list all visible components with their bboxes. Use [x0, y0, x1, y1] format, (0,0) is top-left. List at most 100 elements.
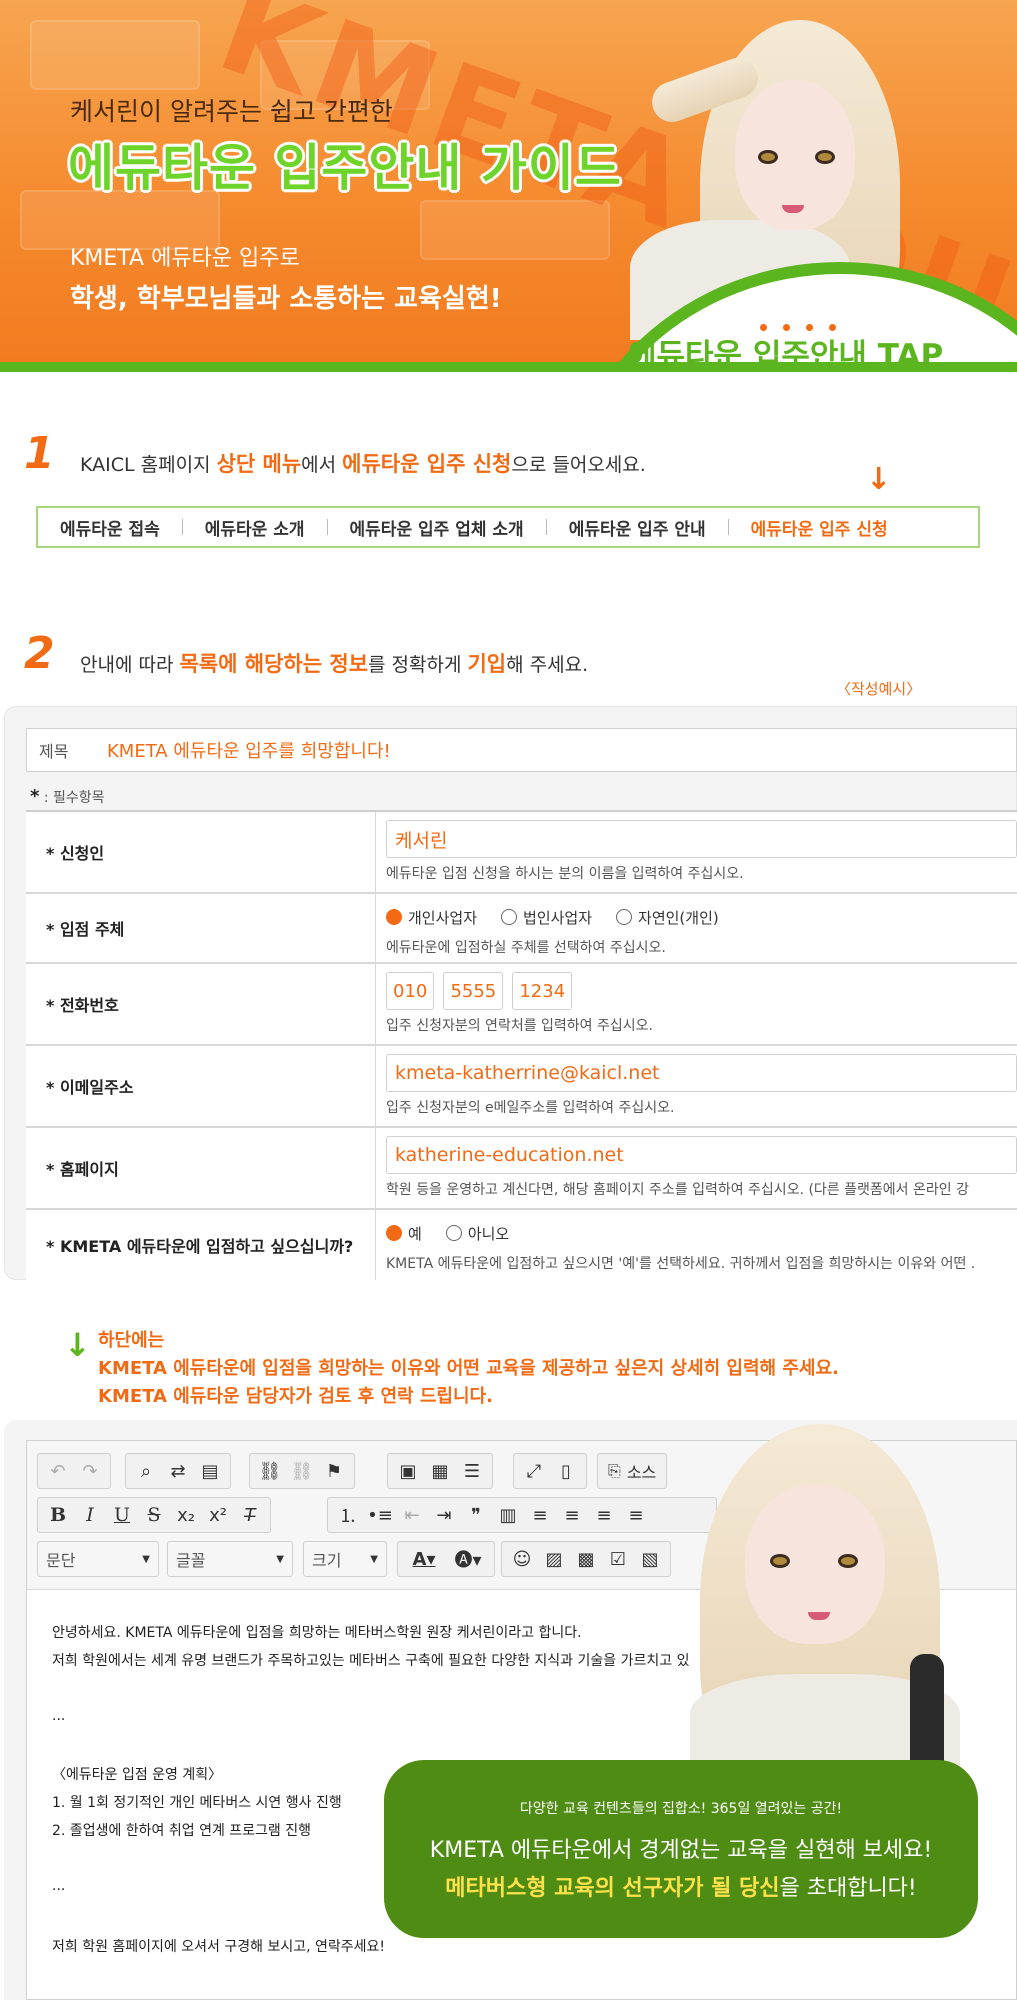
replace-icon[interactable]: ⇄ [162, 1456, 194, 1486]
toolbar-group-media: ☺ ▨ ▩ ☑ ▧ [501, 1541, 671, 1577]
font-family-select[interactable]: 글꼴 ▼ [167, 1541, 293, 1577]
hero-banner: KMETA EDU 케서린이 알려주는 쉽고 간편한 에듀타운 입주안내 가이드… [0, 0, 1017, 372]
show-blocks-icon[interactable]: ▯ [550, 1456, 582, 1486]
justify-icon[interactable]: ≡ [620, 1500, 652, 1530]
nav-item-tenant-guide[interactable]: 에듀타운 입주 안내 [547, 515, 728, 540]
entity-help: 에듀타운에 입점하실 주체를 선택하여 주십시오. [386, 940, 666, 956]
site-top-menu: 에듀타운 접속 에듀타운 소개 에듀타운 입주 업체 소개 에듀타운 입주 안내… [36, 506, 980, 548]
strikethrough-icon[interactable]: S [138, 1500, 170, 1530]
homepage-help: 학원 등을 운영하고 계신다면, 해당 홈페이지 주소를 입력하여 주십시오. … [386, 1182, 969, 1198]
nav-item-edutown-intro[interactable]: 에듀타운 소개 [183, 515, 327, 540]
entity-radio-natural-person[interactable]: 자연인(개인) [616, 907, 719, 928]
horizontal-rule-icon[interactable]: ☰ [456, 1456, 488, 1486]
email-input[interactable]: kmeta-katherrine@kaicl.net [386, 1054, 1017, 1092]
radio-unchecked-icon [445, 1225, 462, 1241]
step-1-instruction: KAICL 홈페이지 상단 메뉴에서 에듀타운 입주 신청으로 들어오세요. [80, 452, 646, 476]
backpack-strap [910, 1654, 944, 1774]
applicant-input[interactable]: 케서린 [386, 820, 1017, 858]
nav-item-edutown-access[interactable]: 에듀타운 접속 [38, 515, 182, 540]
checkbox-icon[interactable]: ☑ [602, 1544, 634, 1574]
div-container-icon[interactable]: ▥ [492, 1500, 524, 1530]
radio-checked-icon [386, 1225, 402, 1241]
wish-help: KMETA 에듀타운에 입점하고 싶으시면 '예'를 선택하세요. 귀하께서 입… [386, 1256, 976, 1272]
example-label: 〈작성예시〉 [836, 680, 922, 698]
phone-label: * 전화번호 [26, 964, 376, 1044]
undo-icon[interactable]: ↶ [42, 1456, 74, 1486]
step-2-instruction: 안내에 따라 목록에 해당하는 정보를 정확하게 기입해 주세요. [80, 652, 589, 676]
anchor-flag-icon[interactable]: ⚑ [318, 1456, 350, 1486]
email-help: 입주 신청자분의 e메일주소를 입력하여 주십시오. [386, 1100, 675, 1116]
classroom-desk [30, 20, 200, 90]
promo-banner-line2: 메타버스형 교육의 선구자가 될 당신을 초대합니다! [445, 1876, 917, 1901]
nav-item-tenant-companies[interactable]: 에듀타운 입주 업체 소개 [328, 515, 546, 540]
step-1-number: 1 [24, 428, 55, 479]
color-palette-icon[interactable]: ▩ [570, 1544, 602, 1574]
numbered-list-icon[interactable]: ⒈ [332, 1500, 364, 1530]
form-row-wish: * KMETA 에듀타운에 입점하고 싶으십니까? 예 아니오 KMETA 에듀… [26, 1210, 1017, 1280]
editor-text-line: ... [52, 1708, 66, 1724]
hero-line1: KMETA 에듀타운 입주로 [70, 246, 300, 271]
source-button[interactable]: ⎘ 소스 [602, 1459, 662, 1483]
subject-field[interactable]: 제목 KMETA 에듀타운 입주를 희망합니다! [26, 728, 1017, 772]
hero-divider [0, 362, 1017, 372]
nav-item-tenant-apply[interactable]: 에듀타운 입주 신청 [729, 515, 910, 540]
hero-line2: 학생, 학부모님들과 소통하는 교육실현! [70, 284, 502, 314]
find-icon[interactable]: ⌕ [130, 1456, 162, 1486]
toolbar-group-find: ⌕ ⇄ ▤ [125, 1453, 231, 1489]
toolbar-group-source: ⎘ 소스 [597, 1453, 668, 1489]
redo-icon[interactable]: ↷ [74, 1456, 106, 1486]
align-center-icon[interactable]: ≡ [556, 1500, 588, 1530]
template-icon[interactable]: ▤ [194, 1456, 226, 1486]
subscript-icon[interactable]: x₂ [170, 1500, 202, 1530]
paragraph-format-select[interactable]: 문단 ▼ [37, 1541, 159, 1577]
phone-input-3[interactable]: 1234 [512, 972, 573, 1010]
wish-radio-no[interactable]: 아니오 [445, 1223, 509, 1244]
hero-title: 에듀타운 입주안내 가이드 [68, 139, 622, 197]
note-title: 하단에는 [98, 1330, 165, 1351]
outdent-icon[interactable]: ⇤ [396, 1500, 428, 1530]
entity-radio-individual-business[interactable]: 개인사업자 [386, 907, 477, 928]
radio-checked-icon [386, 909, 402, 925]
entity-radio-group: 개인사업자 법인사업자 자연인(개인) [386, 902, 1017, 932]
caret-down-icon: ▼ [370, 1553, 378, 1565]
caret-down-icon: ▼ [142, 1553, 150, 1565]
entity-radio-corporation[interactable]: 법인사업자 [501, 907, 592, 928]
underline-icon[interactable]: U [106, 1500, 138, 1530]
subject-label: 제목 [39, 742, 69, 761]
caret-down-icon: ▼ [276, 1553, 284, 1565]
required-note: * : 필수항목 [30, 786, 105, 807]
subject-value: KMETA 에듀타운 입주를 희망합니다! [107, 741, 391, 762]
wish-radio-group: 예 아니오 [386, 1218, 1017, 1248]
editor-text-line: 저희 학원에서는 세계 유명 브랜드가 주목하고있는 메타버스 구축에 필요한 … [52, 1653, 690, 1669]
background-color-icon[interactable]: 🅐▾ [446, 1544, 490, 1574]
align-right-icon[interactable]: ≡ [588, 1500, 620, 1530]
bulleted-list-icon[interactable]: •≡ [364, 1500, 396, 1530]
align-left-icon[interactable]: ≡ [524, 1500, 556, 1530]
blockquote-icon[interactable]: ❞ [460, 1500, 492, 1530]
table-icon[interactable]: ▦ [424, 1456, 456, 1486]
text-color-icon[interactable]: A▾ [402, 1544, 446, 1574]
promo-banner-small: 다양한 교육 컨텐츠들의 집합소! 365일 열려있는 공간! [519, 1801, 843, 1817]
superscript-icon[interactable]: x² [202, 1500, 234, 1530]
link-icon[interactable]: ⛓ [254, 1456, 286, 1486]
toolbar-group-colors: A▾ 🅐▾ [397, 1541, 495, 1577]
remove-format-icon[interactable]: T̶ [234, 1500, 266, 1530]
italic-icon[interactable]: I [74, 1500, 106, 1530]
note-line2: KMETA 에듀타운 담당자가 검토 후 연락 드립니다. [98, 1386, 493, 1407]
phone-input-2[interactable]: 5555 [443, 972, 504, 1010]
indent-icon[interactable]: ⇥ [428, 1500, 460, 1530]
unlink-icon[interactable]: ⛓ [286, 1456, 318, 1486]
homepage-label: * 홈페이지 [26, 1128, 376, 1208]
image-upload-icon[interactable]: ▨ [538, 1544, 570, 1574]
bold-icon[interactable]: B [42, 1500, 74, 1530]
font-size-select[interactable]: 크기 ▼ [303, 1541, 387, 1577]
wish-radio-yes[interactable]: 예 [386, 1223, 422, 1244]
homepage-input[interactable]: katherine-education.net [386, 1136, 1017, 1174]
arrow-down-icon: ↓ [866, 462, 892, 497]
image-icon[interactable]: ▣ [392, 1456, 424, 1486]
toolbar-group-history: ↶ ↷ [37, 1453, 111, 1489]
maximize-icon[interactable]: ⤢ [518, 1456, 550, 1486]
applicant-help: 에듀타운 입점 신청을 하시는 분의 이름을 입력하여 주십시오. [386, 866, 744, 882]
emoji-icon[interactable]: ☺ [506, 1544, 538, 1574]
phone-input-1[interactable]: 010 [386, 972, 435, 1010]
